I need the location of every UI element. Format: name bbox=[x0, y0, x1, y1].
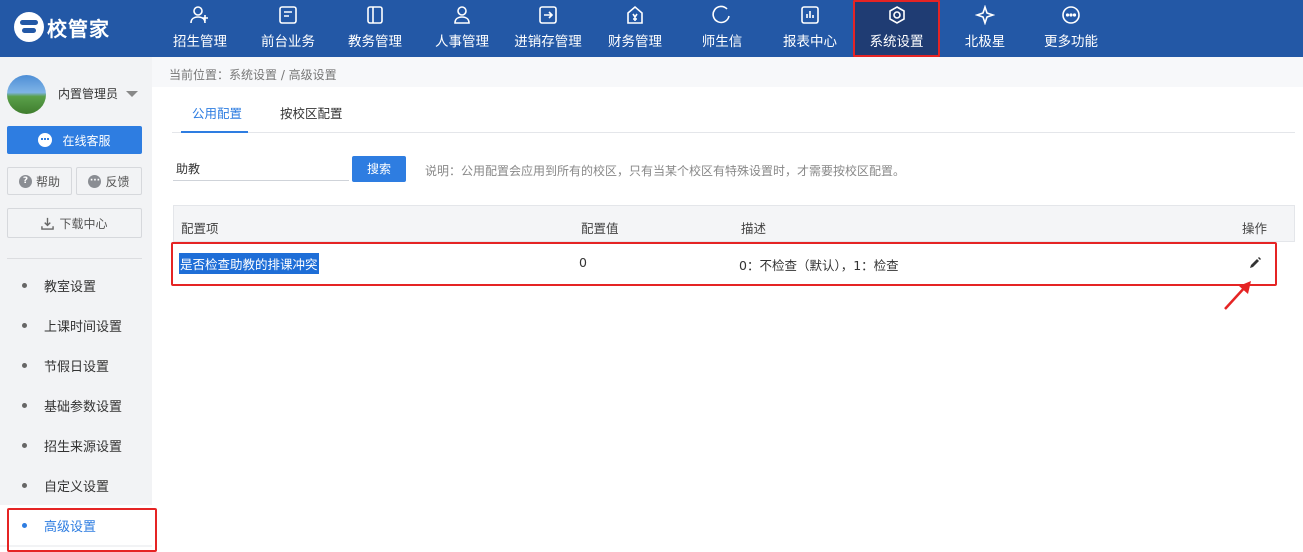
sidebar-item-label: 教室设置 bbox=[44, 279, 97, 295]
table-header: 配置项 配置值 描述 操作 bbox=[173, 205, 1295, 242]
tab-public-config[interactable]: 公用配置 bbox=[192, 103, 242, 122]
logo-icon bbox=[14, 12, 44, 42]
bullet bbox=[22, 322, 27, 328]
col-description: 描述 bbox=[741, 221, 767, 236]
feedback-button[interactable]: ··· 反馈 bbox=[76, 167, 142, 195]
cell-description: 0：不检查（默认），1：检查 bbox=[739, 258, 899, 273]
nav-finance[interactable]: 财务管理 bbox=[597, 0, 673, 57]
col-operation: 操作 bbox=[1242, 221, 1268, 236]
gear-icon bbox=[888, 6, 905, 24]
box-arrow-icon bbox=[539, 6, 557, 24]
nav-inventory-label: 进销存管理 bbox=[514, 34, 582, 50]
chat-icon bbox=[712, 5, 730, 24]
logo[interactable]: 校管家 bbox=[14, 10, 110, 44]
logo-text: 校管家 bbox=[47, 16, 110, 41]
sidebar-item-custom[interactable]: 自定义设置 bbox=[0, 465, 152, 505]
chat-bubble-icon bbox=[38, 133, 53, 147]
bullet bbox=[22, 522, 27, 528]
sidebar-item-class-time[interactable]: 上课时间设置 bbox=[0, 305, 152, 345]
sidebar-item-label: 自定义设置 bbox=[44, 479, 110, 495]
cell-config-value: 0 bbox=[579, 255, 587, 270]
question-icon: ? bbox=[18, 174, 32, 188]
sidebar-item-label: 高级设置 bbox=[44, 519, 97, 535]
bullet bbox=[22, 362, 27, 368]
download-center-label: 下载中心 bbox=[59, 216, 108, 231]
nav-polaris-label: 北极星 bbox=[964, 34, 1006, 50]
nav-hr[interactable]: 人事管理 bbox=[422, 0, 502, 57]
sidebar-item-basic-params[interactable]: 基础参数设置 bbox=[0, 385, 152, 425]
nav-message[interactable]: 师生信 bbox=[684, 0, 760, 57]
nav-frontdesk[interactable]: 前台业务 bbox=[248, 0, 328, 57]
sidebar-item-label: 招生来源设置 bbox=[44, 439, 123, 455]
person-icon bbox=[454, 6, 470, 24]
bullet bbox=[22, 482, 27, 488]
nav-more[interactable]: 更多功能 bbox=[1032, 0, 1110, 57]
nav-reports-label: 报表中心 bbox=[783, 34, 837, 50]
active-tab-indicator bbox=[181, 131, 248, 133]
help-button[interactable]: ? 帮助 bbox=[7, 167, 72, 195]
col-config-item: 配置项 bbox=[181, 221, 219, 236]
sidebar-item-label: 上课时间设置 bbox=[44, 319, 123, 335]
search-button[interactable]: 搜索 bbox=[352, 156, 406, 182]
user-name[interactable]: 内置管理员 bbox=[58, 85, 118, 102]
edit-icon[interactable] bbox=[1247, 255, 1263, 271]
tab-campus-config[interactable]: 按校区配置 bbox=[280, 103, 343, 122]
sidebar-item-holiday[interactable]: 节假日设置 bbox=[0, 345, 152, 385]
annotation-arrow bbox=[1224, 281, 1251, 310]
nav-enroll-label: 招生管理 bbox=[173, 34, 227, 50]
table-row[interactable]: 是否检查助教的排课冲突 0 0：不检查（默认），1：检查 bbox=[171, 242, 1277, 286]
monitor-icon bbox=[279, 6, 297, 24]
chart-icon bbox=[801, 6, 819, 24]
config-tabs: 公用配置 按校区配置 bbox=[172, 90, 1295, 133]
money-icon bbox=[627, 5, 643, 24]
nav-frontdesk-label: 前台业务 bbox=[261, 34, 315, 50]
online-service-button[interactable]: 在线客服 bbox=[7, 126, 142, 154]
search-input[interactable] bbox=[173, 156, 349, 181]
nav-academic[interactable]: 教务管理 bbox=[335, 0, 415, 57]
nav-enroll[interactable]: 招生管理 bbox=[160, 0, 240, 57]
avatar[interactable] bbox=[7, 75, 46, 114]
nav-polaris[interactable]: 北极星 bbox=[947, 0, 1023, 57]
sidebar-item-enroll-source[interactable]: 招生来源设置 bbox=[0, 425, 152, 465]
nav-hr-label: 人事管理 bbox=[435, 34, 489, 50]
col-config-value: 配置值 bbox=[581, 221, 619, 236]
sidebar-item-label: 节假日设置 bbox=[44, 359, 110, 375]
feedback-label: 反馈 bbox=[105, 174, 130, 189]
chevron-down-icon[interactable] bbox=[126, 91, 138, 97]
book-icon bbox=[367, 6, 383, 24]
sidebar-item-advanced[interactable]: 高级设置 bbox=[0, 505, 157, 552]
user-plus-icon bbox=[190, 6, 208, 24]
more-icon bbox=[1062, 6, 1080, 24]
cell-config-item: 是否检查助教的排课冲突 bbox=[179, 253, 319, 274]
nav-message-label: 师生信 bbox=[701, 34, 743, 50]
nav-inventory[interactable]: 进销存管理 bbox=[506, 0, 590, 57]
bullet bbox=[22, 402, 27, 408]
bullet bbox=[22, 442, 27, 448]
sidebar-item-classroom[interactable]: 教室设置 bbox=[0, 265, 152, 305]
download-center-button[interactable]: 下载中心 bbox=[7, 208, 142, 238]
bullet bbox=[22, 282, 27, 288]
config-table: 配置项 配置值 描述 操作 是否检查助教的排课冲突 0 0：不检查（默认），1：… bbox=[171, 205, 1295, 286]
help-label: 帮助 bbox=[35, 174, 60, 189]
sidebar-item-label: 基础参数设置 bbox=[44, 399, 123, 415]
nav-academic-label: 教务管理 bbox=[348, 34, 402, 50]
nav-more-label: 更多功能 bbox=[1044, 34, 1098, 50]
nav-reports[interactable]: 报表中心 bbox=[771, 0, 849, 57]
ellipsis-icon: ··· bbox=[88, 174, 102, 188]
online-service-label: 在线客服 bbox=[62, 133, 111, 148]
sidebar: 内置管理员 在线客服 ? 帮助 ··· 反馈 下载中心 教室设置 上课时间设置 … bbox=[0, 57, 157, 552]
nav-settings[interactable]: 系统设置 bbox=[853, 0, 940, 57]
breadcrumb-bar: 当前位置：系统设置 / 高级设置 bbox=[152, 57, 1303, 87]
breadcrumb: 当前位置：系统设置 / 高级设置 bbox=[169, 68, 337, 82]
nav-settings-label: 系统设置 bbox=[869, 34, 924, 50]
star-icon bbox=[975, 5, 995, 25]
sidebar-divider bbox=[7, 258, 142, 259]
config-note: 说明：公用配置会应用到所有的校区，只有当某个校区有特殊设置时，才需要按校区配置。 bbox=[425, 164, 906, 178]
nav-finance-label: 财务管理 bbox=[608, 34, 662, 50]
download-icon bbox=[41, 217, 55, 230]
top-nav-bar: 校管家 招生管理 前台业务 教务管理 人事管理 进销存管理 财务管理 师生信 报… bbox=[0, 0, 1303, 57]
